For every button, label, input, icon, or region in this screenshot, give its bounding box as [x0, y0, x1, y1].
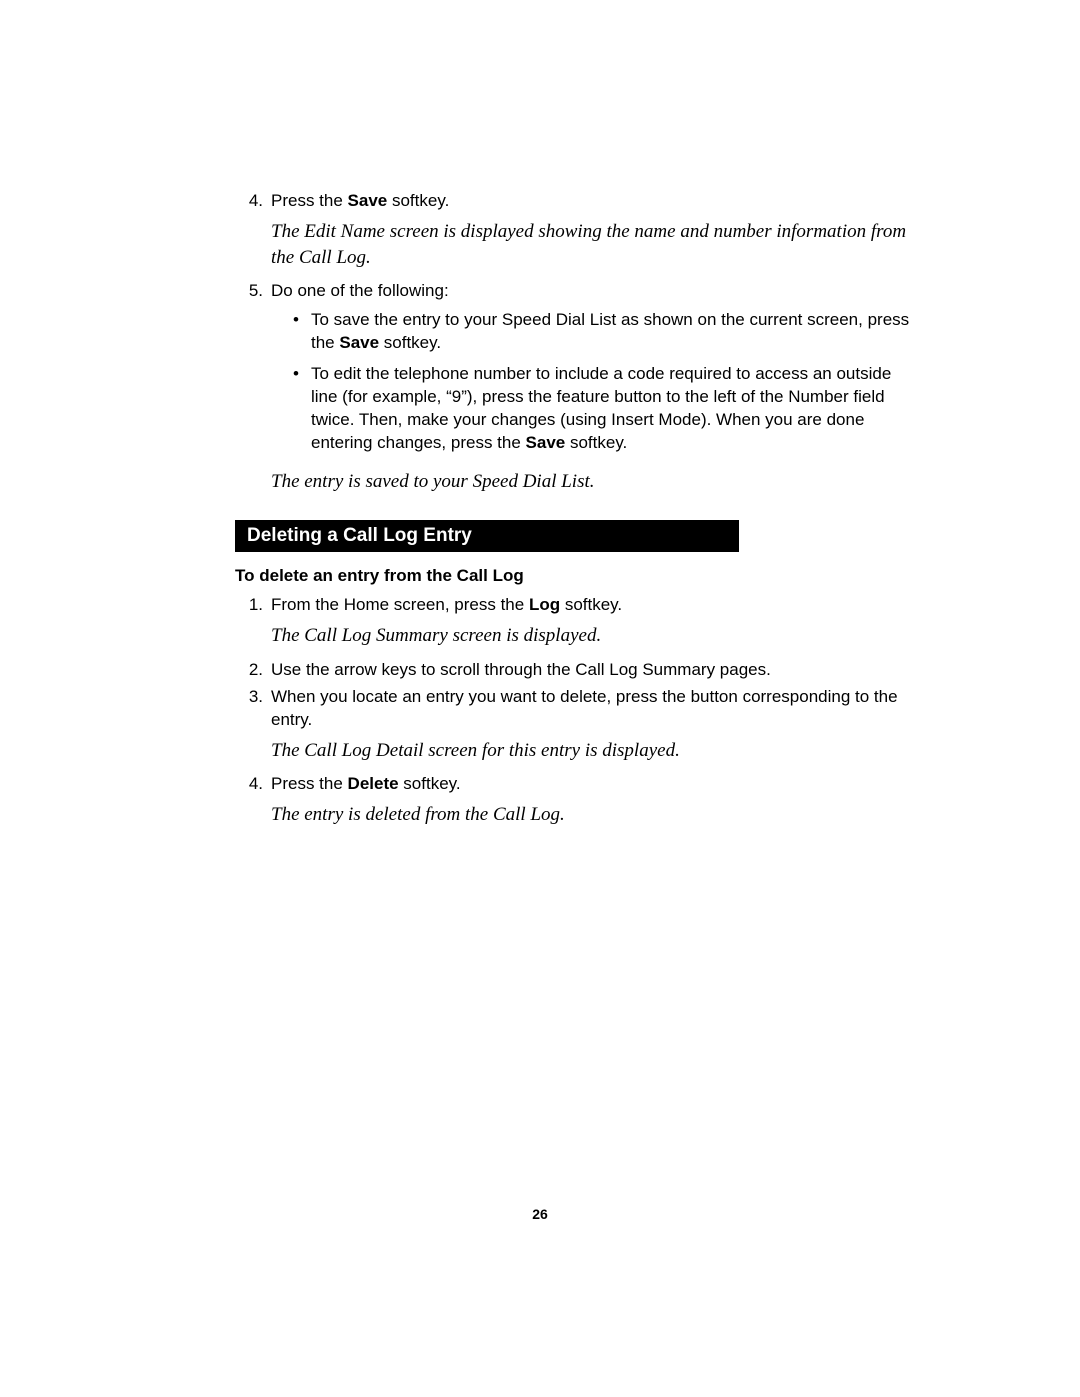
bullet-dot-icon: •: [293, 363, 311, 455]
step-5: 5. Do one of the following: • To save th…: [235, 280, 910, 463]
bullet-edit-bold: Save: [526, 433, 566, 452]
bullet-save-b: softkey.: [379, 333, 441, 352]
bullet-edit-b: softkey.: [565, 433, 627, 452]
del-step-2: 2. Use the arrow keys to scroll through …: [235, 659, 910, 682]
del-step-1-a: From the Home screen, press the: [271, 595, 529, 614]
step-4-bold: Save: [348, 191, 388, 210]
del-step-4: 4. Press the Delete softkey.: [235, 773, 910, 796]
saved-note: The entry is saved to your Speed Dial Li…: [271, 469, 910, 495]
del-step-3-body: When you locate an entry you want to del…: [271, 686, 910, 732]
step-5-text: Do one of the following:: [271, 281, 449, 300]
del-step-4-number: 4.: [235, 773, 271, 796]
step-4: 4. Press the Save softkey.: [235, 190, 910, 213]
edit-name-note: The Edit Name screen is displayed showin…: [271, 219, 910, 270]
step-5-bullets: • To save the entry to your Speed Dial L…: [271, 309, 910, 455]
bullet-save-body: To save the entry to your Speed Dial Lis…: [311, 309, 910, 355]
bullet-dot-icon: •: [293, 309, 311, 355]
step-4-text-a: Press the: [271, 191, 348, 210]
del-step-4-bold: Delete: [348, 774, 399, 793]
document-page: 4. Press the Save softkey. The Edit Name…: [0, 0, 1080, 828]
step-4-number: 4.: [235, 190, 271, 213]
del-step-1: 1. From the Home screen, press the Log s…: [235, 594, 910, 617]
del-step-2-number: 2.: [235, 659, 271, 682]
step-5-body: Do one of the following: • To save the e…: [271, 280, 910, 463]
step-4-body: Press the Save softkey.: [271, 190, 910, 213]
del-step-4-body: Press the Delete softkey.: [271, 773, 910, 796]
del-step-4-b: softkey.: [399, 774, 461, 793]
detail-note: The Call Log Detail screen for this entr…: [271, 738, 910, 764]
del-step-2-body: Use the arrow keys to scroll through the…: [271, 659, 910, 682]
deleted-note: The entry is deleted from the Call Log.: [271, 802, 910, 828]
bullet-save-bold: Save: [339, 333, 379, 352]
summary-note: The Call Log Summary screen is displayed…: [271, 623, 910, 649]
del-step-1-body: From the Home screen, press the Log soft…: [271, 594, 910, 617]
del-step-1-number: 1.: [235, 594, 271, 617]
del-step-1-bold: Log: [529, 595, 560, 614]
step-4-text-b: softkey.: [387, 191, 449, 210]
del-step-1-b: softkey.: [560, 595, 622, 614]
bullet-edit: • To edit the telephone number to includ…: [271, 363, 910, 455]
del-step-3-number: 3.: [235, 686, 271, 732]
step-5-number: 5.: [235, 280, 271, 463]
bullet-edit-body: To edit the telephone number to include …: [311, 363, 910, 455]
del-step-3: 3. When you locate an entry you want to …: [235, 686, 910, 732]
page-number: 26: [0, 1206, 1080, 1222]
sub-heading-delete: To delete an entry from the Call Log: [235, 566, 910, 586]
bullet-save: • To save the entry to your Speed Dial L…: [271, 309, 910, 355]
section-heading-delete-call-log: Deleting a Call Log Entry: [235, 520, 739, 552]
del-step-4-a: Press the: [271, 774, 348, 793]
